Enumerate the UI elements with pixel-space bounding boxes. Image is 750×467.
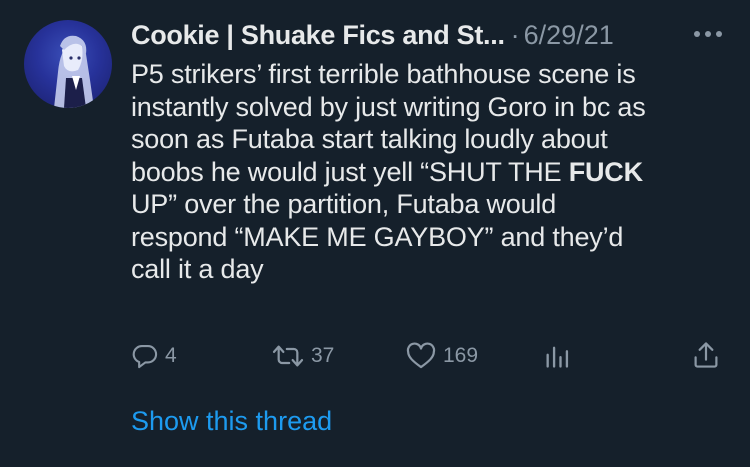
avatar[interactable]: [24, 20, 112, 108]
reply-count: 4: [165, 344, 177, 367]
tweet-text-span: instantly solved by just writing Goro in…: [131, 91, 646, 122]
retweet-count: 37: [311, 344, 335, 367]
tweet-line: UP” over the partition, Futaba would: [131, 188, 731, 221]
tweet-date[interactable]: 6/29/21: [524, 20, 614, 51]
share-icon: [694, 342, 718, 368]
action-bar: 4 37 169: [0, 336, 750, 376]
like-count: 169: [443, 344, 479, 367]
header-separator: ·: [510, 19, 520, 50]
tweet-text-span: respond “MAKE ME GAYBOY” and they’d: [131, 221, 624, 252]
share-button[interactable]: [692, 340, 720, 370]
reply-icon: [132, 345, 158, 369]
analytics-button[interactable]: [543, 342, 571, 370]
reply-button[interactable]: 4: [131, 342, 177, 370]
tweet: Cookie | Shuake Fics and St... · 6/29/21…: [0, 0, 750, 467]
tweet-bold-span: FUCK: [568, 156, 643, 187]
tweet-header: Cookie | Shuake Fics and St... · 6/29/21: [131, 14, 731, 56]
tweet-line: call it a day: [131, 253, 731, 286]
more-icon: [694, 31, 722, 37]
avatar-image: [54, 35, 94, 108]
retweet-button[interactable]: 37: [271, 342, 334, 370]
tweet-text-span: UP” over the partition, Futaba would: [131, 189, 557, 219]
show-thread-link[interactable]: Show this thread: [131, 406, 332, 437]
tweet-line: respond “MAKE ME GAYBOY” and they’d: [131, 221, 731, 254]
tweet-line: P5 strikers’ first terrible bathhouse sc…: [131, 58, 731, 91]
like-icon: [406, 342, 436, 369]
tweet-text-span: soon as Futaba start talking loudly abou…: [131, 124, 608, 154]
retweet-icon: [272, 345, 304, 367]
tweet-text-span: call it a day: [131, 254, 264, 284]
author-name[interactable]: Cookie | Shuake Fics and St...: [131, 20, 505, 51]
tweet-text: P5 strikers’ first terrible bathhouse sc…: [131, 58, 731, 286]
tweet-line: instantly solved by just writing Goro in…: [131, 91, 731, 124]
tweet-line: boobs he would just yell “SHUT THE FUCK: [131, 156, 731, 189]
tweet-line: soon as Futaba start talking loudly abou…: [131, 123, 731, 156]
tweet-text-span: P5 strikers’ first terrible bathhouse sc…: [131, 59, 636, 89]
like-button[interactable]: 169: [405, 342, 478, 370]
tweet-text-span: boobs he would just yell “SHUT THE: [131, 156, 569, 187]
more-button[interactable]: [690, 14, 726, 54]
analytics-icon: [546, 346, 569, 368]
